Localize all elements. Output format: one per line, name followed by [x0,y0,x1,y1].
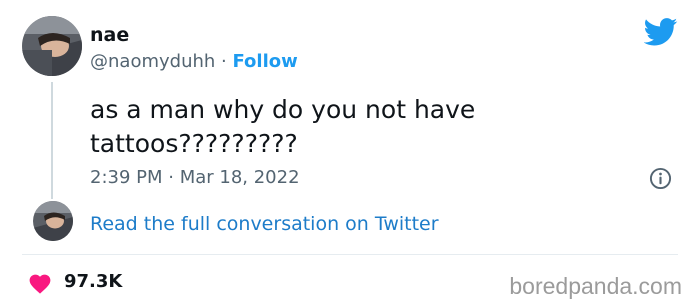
author-avatar[interactable] [22,16,82,76]
author-handle[interactable]: @naomyduhh [90,51,215,72]
author-avatar-image [22,16,82,76]
heart-icon[interactable] [28,272,52,294]
follow-button[interactable]: Follow [232,51,297,72]
reply-avatar[interactable] [33,201,73,241]
tweet-timestamp[interactable]: 2:39 PM · Mar 18, 2022 [90,166,300,190]
boredpanda-watermark: boredpanda.com [509,273,682,299]
author-name[interactable]: nae [90,23,129,47]
read-full-conversation-link[interactable]: Read the full conversation on Twitter [90,212,439,236]
reply-avatar-image [33,201,73,241]
divider [22,254,678,255]
thread-connector-line [51,82,53,199]
handle-separator: · [215,51,233,72]
tweet-text: as a man why do you not have tattoos????… [90,95,476,158]
twitter-bird-icon[interactable] [643,18,678,46]
author-handle-row: @naomyduhh · Follow [90,50,298,74]
like-count[interactable]: 97.3K [64,270,122,294]
info-icon[interactable] [649,167,672,190]
